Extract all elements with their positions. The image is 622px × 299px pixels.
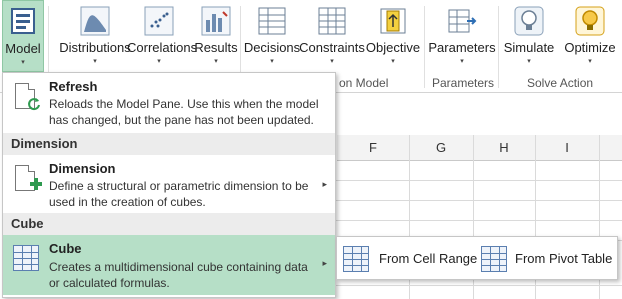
chevron-down-icon: ▾ [588,58,592,65]
grid-line [336,285,622,286]
chevron-down-icon: ▾ [460,58,464,65]
chevron-down-icon: ▾ [391,58,395,65]
submenu-item-from-cell-range[interactable]: From Cell Range [341,243,477,275]
distributions-label: Distributions [59,40,131,55]
group-label-parameters: Parameters [432,76,495,90]
objective-label: Objective [365,40,421,55]
model-button[interactable]: Model ▾ [2,0,44,72]
menu-section-header-dimension: Dimension [3,133,335,155]
chevron-down-icon: ▾ [21,59,25,66]
optimize-button[interactable]: Optimize ▾ [561,0,619,74]
cube-table-icon [13,245,39,271]
distributions-button[interactable]: Distributions ▾ [52,0,138,74]
simulate-icon [514,6,544,36]
results-label: Results [194,40,238,55]
column-header-h[interactable]: H [473,135,535,161]
simulate-button[interactable]: Simulate ▾ [502,0,556,74]
refresh-icon [27,97,41,111]
model-dropdown-menu: Refresh Reloads the Model Pane. Use this… [2,72,336,298]
submenu-arrow-icon: ▸ [322,258,327,268]
chevron-down-icon: ▾ [214,58,218,65]
menu-item-dimension[interactable]: Dimension Define a structural or paramet… [3,155,335,213]
menu-item-cube[interactable]: Cube Creates a multidimensional cube con… [3,235,335,295]
ribbon-separator [498,6,499,88]
correlations-icon [144,6,174,36]
results-icon [201,6,231,36]
grid-line [336,220,622,221]
refresh-description-line-2: has changed, but the pane has not been u… [49,113,314,127]
decisions-button[interactable]: Decisions ▾ [243,0,301,74]
chevron-down-icon: ▾ [270,58,274,65]
chevron-down-icon: ▾ [157,58,161,65]
column-header-blank[interactable] [599,135,622,161]
pivot-table-icon [481,246,507,272]
optimize-icon [575,6,605,36]
cube-description-line-2: or calculated formulas. [49,276,170,290]
decisions-label: Decisions [243,40,301,55]
chevron-down-icon: ▾ [527,58,531,65]
refresh-description-line-1: Reloads the Model Pane. Use this when th… [49,97,319,111]
model-label: Model [5,41,41,56]
cube-submenu: From Cell Range From Pivot Table [336,236,618,280]
objective-button[interactable]: Objective ▾ [364,0,422,74]
constraints-button[interactable]: Constraints ▾ [299,0,365,74]
parameters-icon [447,6,477,36]
menu-section-header-cube: Cube [3,213,335,235]
dimension-description-line-2: used in the creation of cubes. [49,195,206,209]
correlations-button[interactable]: Correlations ▾ [127,0,198,74]
simulate-label: Simulate [503,40,555,55]
group-label-solve-action: Solve Action [527,76,594,90]
ribbon-separator [424,6,425,88]
correlations-label: Correlations [127,40,198,55]
objective-icon [378,6,408,36]
column-header-i[interactable]: I [535,135,599,161]
decisions-icon [257,6,287,36]
cell-range-table-icon [343,246,369,272]
refresh-title: Refresh [49,79,98,94]
grid-line [336,200,622,201]
parameters-button[interactable]: Parameters ▾ [428,0,496,74]
chevron-down-icon: ▾ [93,58,97,65]
from-pivot-table-label: From Pivot Table [515,251,613,266]
column-header-f[interactable]: F [337,135,409,161]
menu-item-refresh[interactable]: Refresh Reloads the Model Pane. Use this… [3,73,335,131]
submenu-item-from-pivot-table[interactable]: From Pivot Table [479,243,615,275]
distributions-icon [80,6,110,36]
constraints-icon [317,6,347,36]
optimize-label: Optimize [564,40,616,55]
grid-line [336,180,622,181]
dimension-description-line-1: Define a structural or parametric dimens… [49,179,309,193]
cube-title: Cube [49,241,82,256]
cube-description-line-1: Creates a multidimensional cube containi… [49,260,308,274]
from-cell-range-label: From Cell Range [379,251,478,266]
dimension-title: Dimension [49,161,116,176]
chevron-down-icon: ▾ [330,58,334,65]
add-icon [29,177,43,191]
group-label-optimization-model: on Model [339,76,389,90]
column-header-g[interactable]: G [409,135,473,161]
constraints-label: Constraints [299,40,365,55]
parameters-label: Parameters [428,40,496,55]
results-button[interactable]: Results ▾ [194,0,238,74]
submenu-arrow-icon: ▸ [322,179,327,189]
model-icon [8,7,38,37]
